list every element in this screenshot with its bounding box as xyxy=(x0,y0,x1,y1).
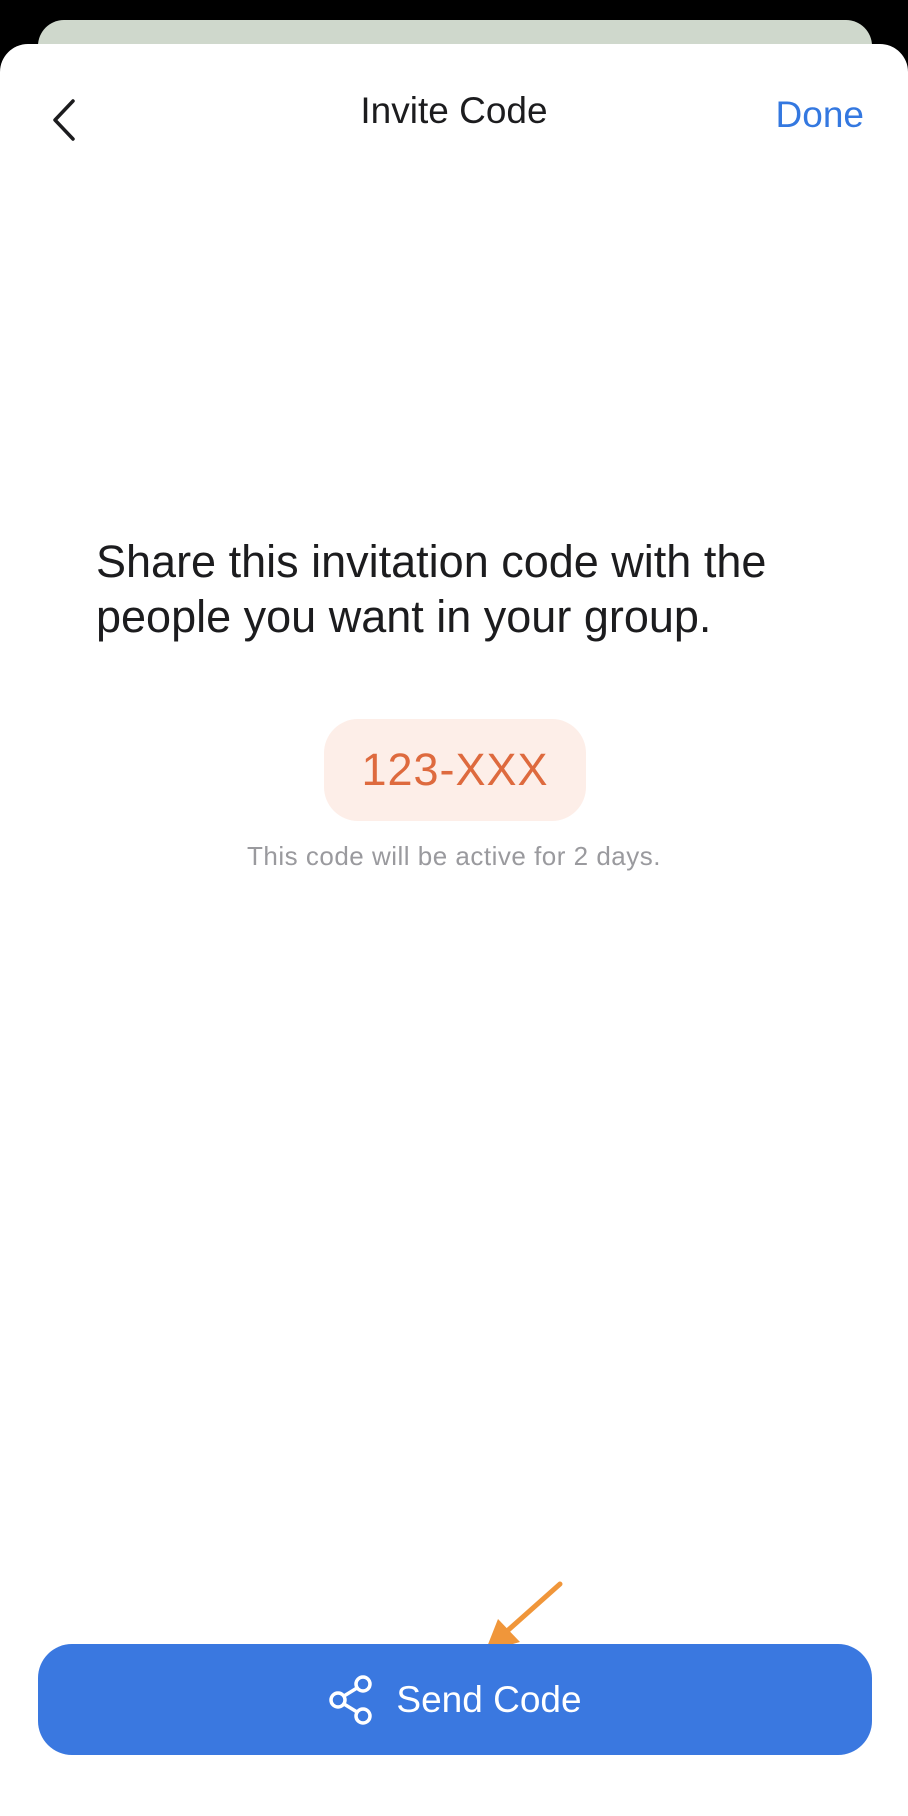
invitation-code-value: 123-XXX xyxy=(361,744,549,795)
back-button[interactable] xyxy=(40,88,88,152)
instruction-text: Share this invitation code with the peop… xyxy=(96,536,767,642)
send-code-button[interactable]: Send Code xyxy=(38,1644,872,1755)
invite-code-sheet: Invite Code Done Share this invitation c… xyxy=(0,44,908,1816)
page-title: Invite Code xyxy=(360,90,548,131)
invitation-code[interactable]: 123-XXX xyxy=(324,719,586,821)
done-button[interactable]: Done xyxy=(776,92,864,138)
navigation-bar: Invite Code Done xyxy=(0,44,908,176)
send-code-label: Send Code xyxy=(396,1678,582,1720)
share-icon xyxy=(329,1674,373,1725)
chevron-left-icon xyxy=(53,99,75,141)
expiry-note: This code will be active for 2 days. xyxy=(247,841,661,871)
